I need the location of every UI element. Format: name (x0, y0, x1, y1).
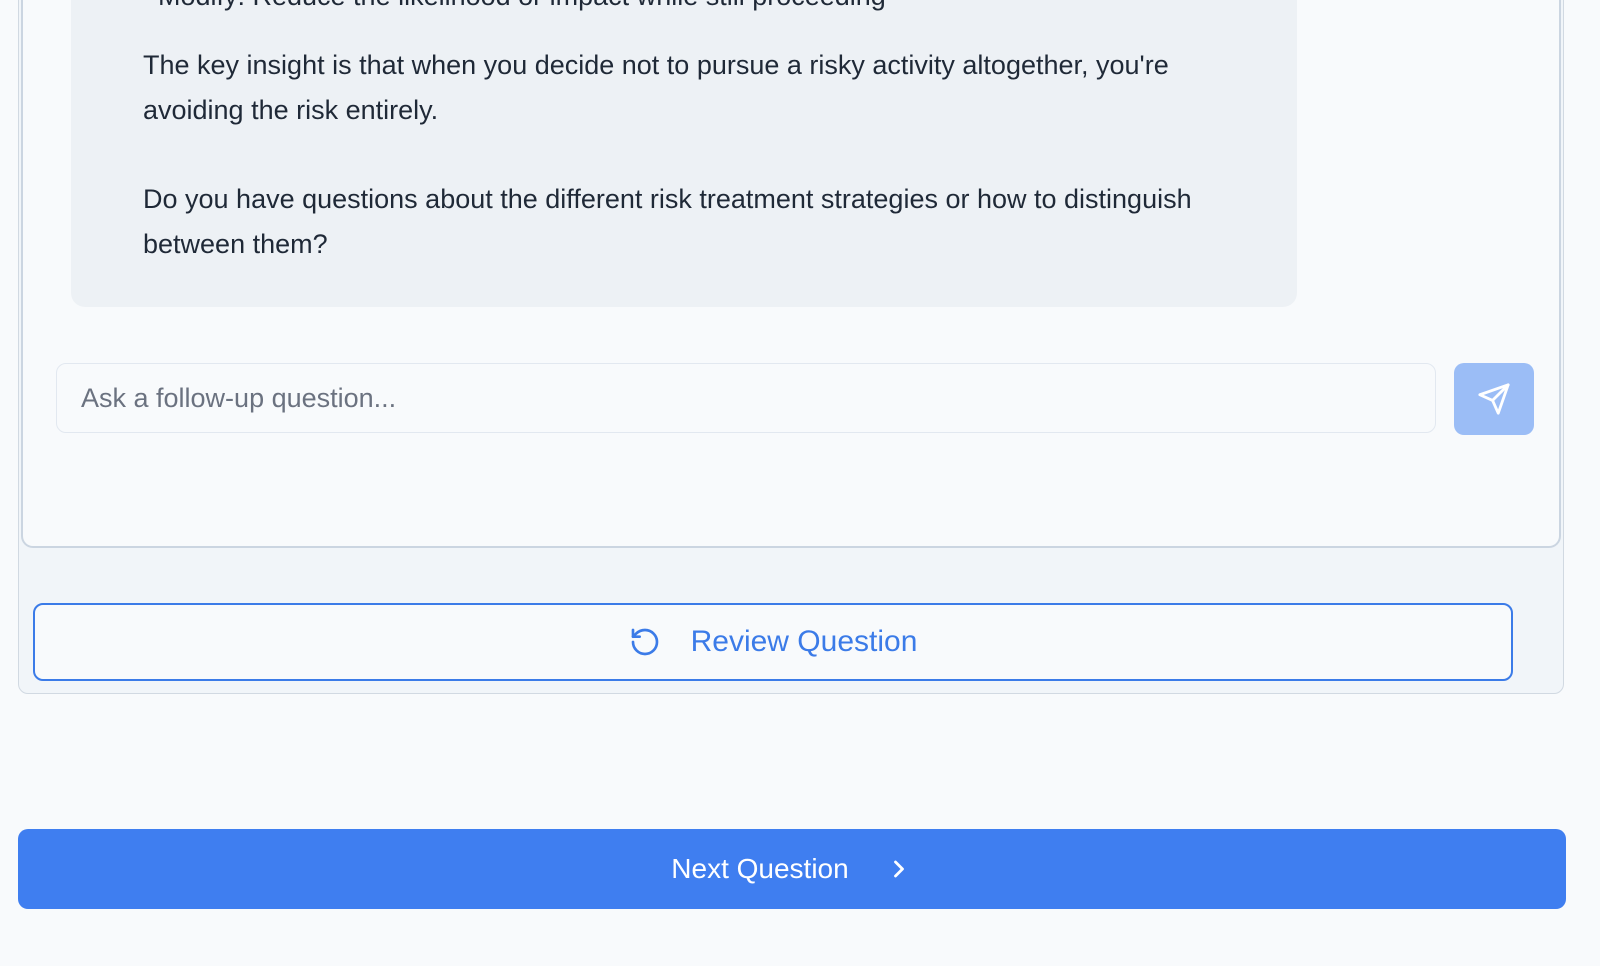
question-card: • Modify: Reduce the likelihood or impac… (18, 0, 1564, 694)
next-question-label: Next Question (671, 853, 849, 884)
message-list-item: • Modify: Reduce the likelihood or impac… (141, 0, 886, 19)
send-icon (1477, 382, 1511, 416)
rotate-ccw-icon (629, 626, 661, 658)
send-button[interactable] (1454, 363, 1534, 435)
next-question-button[interactable]: Next Question (18, 829, 1566, 909)
quiz-page: • Modify: Reduce the likelihood or impac… (0, 0, 1600, 966)
message-paragraph: Do you have questions about the differen… (143, 184, 1192, 259)
assistant-message: • Modify: Reduce the likelihood or impac… (71, 0, 1297, 307)
review-question-button[interactable]: Review Question (33, 603, 1513, 681)
ai-chat-panel: • Modify: Reduce the likelihood or impac… (21, 0, 1561, 548)
chevron-right-icon (885, 855, 913, 883)
message-paragraph: The key insight is that when you decide … (143, 50, 1169, 125)
followup-row (56, 363, 1536, 435)
followup-question-input[interactable] (56, 363, 1436, 433)
review-question-label: Review Question (690, 625, 918, 658)
